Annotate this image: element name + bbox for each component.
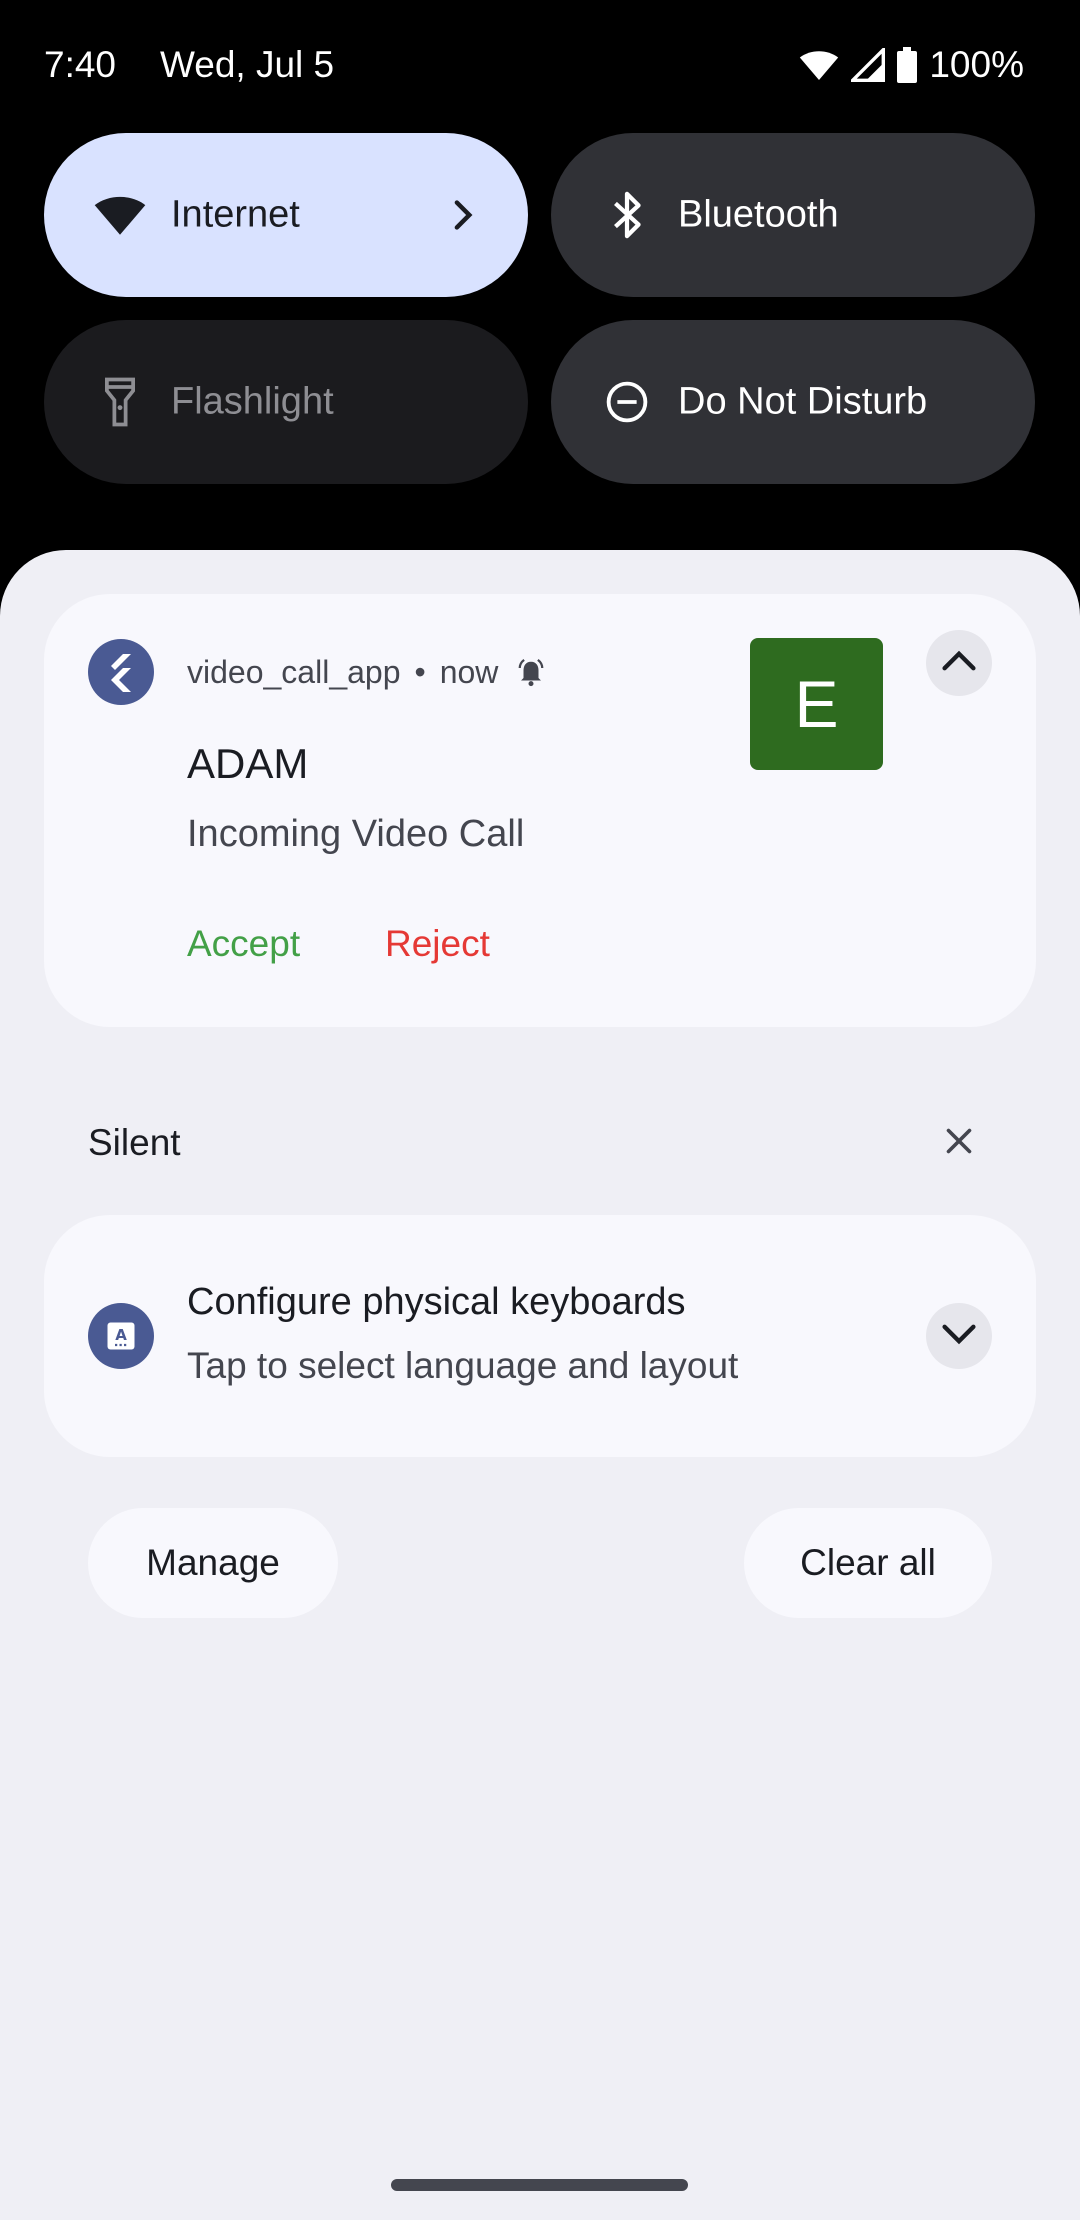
- keyboard-settings-icon: A: [88, 1303, 154, 1369]
- status-date: Wed, Jul 5: [160, 44, 335, 85]
- battery-percent: 100%: [929, 44, 1024, 85]
- notification-time: now: [439, 654, 499, 690]
- caller-avatar: E: [750, 638, 883, 770]
- wifi-icon: [799, 48, 839, 82]
- notification-panel: video_call_app • now ADAM Incoming Video…: [0, 550, 1080, 2220]
- tile-label: Bluetooth: [678, 193, 839, 236]
- notification-shade-screen: 7:40 Wed, Jul 5 100% Internet Bluetooth …: [0, 0, 1080, 2220]
- cell-signal-icon: [851, 48, 886, 82]
- tile-label: Flashlight: [171, 380, 334, 423]
- keyboard-notification-title: Configure physical keyboards: [187, 1281, 686, 1323]
- reject-call-button[interactable]: Reject: [385, 923, 490, 965]
- chevron-down-icon: [941, 1323, 977, 1350]
- status-bar: 7:40 Wed, Jul 5 100%: [0, 0, 1080, 130]
- tile-bluetooth[interactable]: Bluetooth: [551, 133, 1035, 297]
- clear-all-button[interactable]: Clear all: [744, 1508, 992, 1618]
- chevron-right-icon[interactable]: [444, 195, 484, 235]
- keyboard-notification-card[interactable]: A Configure physical keyboards Tap to se…: [44, 1215, 1036, 1457]
- flutter-app-icon: [88, 639, 154, 705]
- expand-button[interactable]: [926, 1303, 992, 1369]
- call-description: Incoming Video Call: [187, 813, 525, 855]
- notification-header: video_call_app • now: [187, 654, 546, 691]
- flashlight-icon: [88, 370, 152, 434]
- svg-text:A: A: [115, 1326, 127, 1344]
- keyboard-notification-text: Tap to select language and layout: [187, 1345, 739, 1386]
- tile-do-not-disturb[interactable]: Do Not Disturb: [551, 320, 1035, 484]
- call-notification-card[interactable]: video_call_app • now ADAM Incoming Video…: [44, 594, 1036, 1027]
- status-time: 7:40: [44, 44, 117, 85]
- wifi-icon: [88, 183, 152, 247]
- home-indicator[interactable]: [391, 2179, 688, 2191]
- chevron-up-icon: [941, 650, 977, 677]
- bluetooth-icon: [595, 183, 659, 247]
- collapse-button[interactable]: [926, 630, 992, 696]
- battery-icon: [897, 47, 918, 83]
- caller-name: ADAM: [187, 740, 309, 787]
- do-not-disturb-icon: [595, 370, 659, 434]
- header-separator: •: [414, 654, 426, 690]
- tile-internet[interactable]: Internet: [44, 133, 528, 297]
- tile-label: Do Not Disturb: [678, 380, 928, 423]
- manage-button[interactable]: Manage: [88, 1508, 338, 1618]
- accept-call-button[interactable]: Accept: [187, 923, 300, 965]
- tile-flashlight[interactable]: Flashlight: [44, 320, 528, 484]
- silent-section-label: Silent: [88, 1122, 181, 1163]
- status-icons: 100%: [799, 44, 1024, 86]
- app-name: video_call_app: [187, 654, 401, 690]
- tile-label: Internet: [171, 193, 300, 236]
- close-icon[interactable]: [934, 1116, 984, 1166]
- alert-bell-icon: [516, 658, 546, 688]
